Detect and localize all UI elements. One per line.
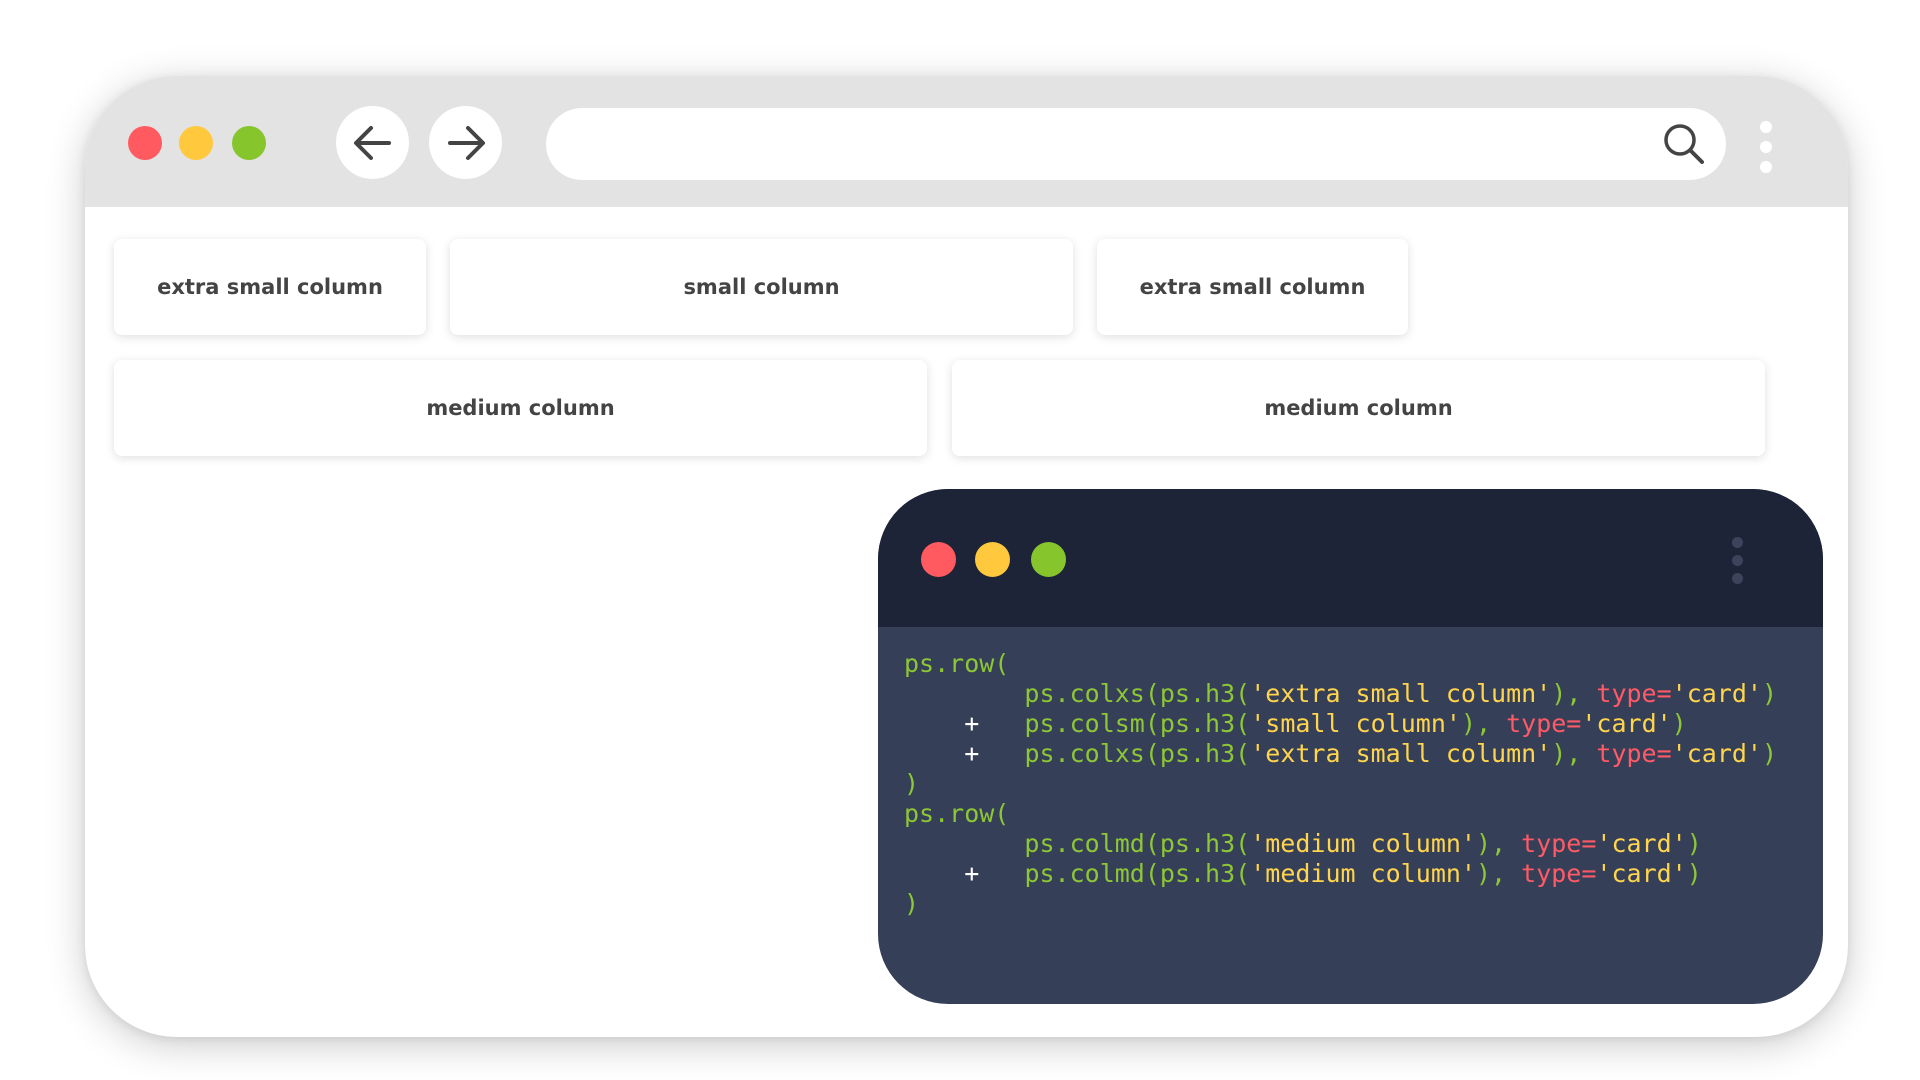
card-label: small column <box>683 275 840 299</box>
minimize-dot[interactable] <box>975 542 1010 577</box>
code-token: 'card' <box>1581 709 1672 738</box>
code-token: 'card' <box>1671 739 1762 768</box>
browser-titlebar <box>85 76 1848 207</box>
code-token: 'extra small column' <box>1250 739 1552 768</box>
code-window-titlebar <box>878 489 1823 627</box>
address-bar[interactable] <box>546 108 1726 180</box>
code-token: ) <box>1686 829 1702 858</box>
code-token: type= <box>1521 829 1597 858</box>
maximize-dot[interactable] <box>232 126 266 160</box>
code-token: ps.colmd(ps.h3( <box>1024 829 1251 858</box>
code-token: 'card' <box>1596 859 1687 888</box>
close-dot[interactable] <box>128 126 162 160</box>
code-token: ) <box>1671 709 1687 738</box>
card-label: extra small column <box>157 275 383 299</box>
code-line: ps.row( <box>904 649 1814 679</box>
code-token: ) <box>1686 859 1702 888</box>
arrow-left-icon <box>353 125 391 160</box>
code-token: 'small column' <box>1250 709 1461 738</box>
column-card-xs: extra small column <box>114 239 426 335</box>
code-line: ps.colmd(ps.h3('medium column'), type='c… <box>904 829 1814 859</box>
card-label: extra small column <box>1139 275 1366 299</box>
code-token: ) <box>1761 739 1778 768</box>
code-token: ), <box>1475 829 1522 858</box>
code-line: + ps.colsm(ps.h3('small column'), type='… <box>904 709 1814 739</box>
code-token: type= <box>1596 679 1672 708</box>
code-token: ps.row( <box>904 649 1010 678</box>
code-token: ps.colmd(ps.h3( <box>1024 859 1251 888</box>
column-card-md: medium column <box>952 360 1765 456</box>
column-card-xs: extra small column <box>1097 239 1408 335</box>
code-token: ps.colxs(ps.h3( <box>1024 739 1251 768</box>
code-line: ) <box>904 889 1814 919</box>
code-token: ps.row( <box>904 799 1010 828</box>
code-token: ), <box>1551 739 1597 768</box>
card-label: medium column <box>426 396 615 420</box>
browser-window: extra small column small column extra sm… <box>85 76 1848 1037</box>
code-token: 'extra small column' <box>1250 679 1552 708</box>
code-token: 'medium column' <box>1250 859 1476 888</box>
card-label: medium column <box>1264 396 1453 420</box>
code-token: 'card' <box>1596 829 1687 858</box>
maximize-dot[interactable] <box>1031 542 1066 577</box>
arrow-right-icon <box>447 125 485 160</box>
code-token: type= <box>1506 709 1582 738</box>
code-token: type= <box>1521 859 1597 888</box>
code-token: ) <box>904 769 920 798</box>
close-dot[interactable] <box>921 542 956 577</box>
code-line: + ps.colmd(ps.h3('medium column'), type=… <box>904 859 1814 889</box>
code-token: + <box>964 739 980 768</box>
code-window: ps.row( ps.colxs(ps.h3('extra small colu… <box>878 489 1823 1004</box>
code-token: 'card' <box>1671 679 1762 708</box>
code-line: + ps.colxs(ps.h3('extra small column'), … <box>904 739 1814 769</box>
code-line: ps.row( <box>904 799 1814 829</box>
code-token: ), <box>1460 709 1507 738</box>
code-token: 'medium column' <box>1250 829 1476 858</box>
back-button[interactable] <box>336 106 409 179</box>
code-token: + <box>964 709 980 738</box>
code-token: ) <box>904 889 920 918</box>
code-line: ps.colxs(ps.h3('extra small column'), ty… <box>904 679 1814 709</box>
code-token: + <box>964 859 980 888</box>
code-token: ps.colxs(ps.h3( <box>1024 679 1251 708</box>
code-block: ps.row( ps.colxs(ps.h3('extra small colu… <box>904 649 1814 919</box>
minimize-dot[interactable] <box>179 126 213 160</box>
kebab-menu-icon[interactable] <box>1759 121 1773 173</box>
column-card-md: medium column <box>114 360 927 456</box>
code-line: ) <box>904 769 1814 799</box>
kebab-menu-icon[interactable] <box>1730 537 1744 591</box>
column-card-sm: small column <box>450 239 1073 335</box>
code-token: type= <box>1596 739 1672 768</box>
search-icon[interactable] <box>1662 122 1706 166</box>
code-token: ), <box>1551 679 1597 708</box>
code-token: ), <box>1476 859 1522 888</box>
forward-button[interactable] <box>429 106 502 179</box>
code-token: ) <box>1761 679 1778 708</box>
code-token: ps.colsm(ps.h3( <box>1024 709 1251 738</box>
